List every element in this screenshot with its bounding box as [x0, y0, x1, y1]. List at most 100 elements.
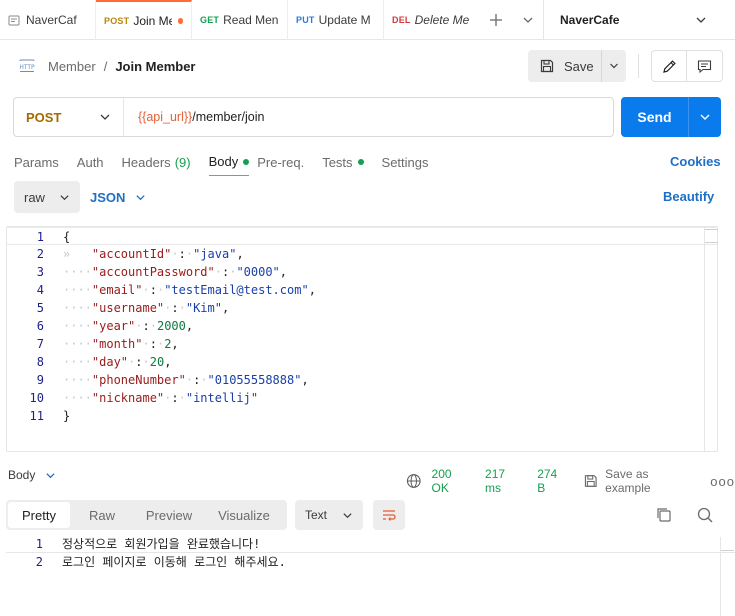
- breadcrumb-parent[interactable]: Member: [48, 59, 96, 74]
- tab-update-member[interactable]: PUT Update M: [288, 0, 384, 40]
- beautify-link[interactable]: Beautify: [663, 189, 714, 204]
- pencil-icon: [662, 59, 676, 73]
- tab-delete-member[interactable]: DEL Delete Me: [384, 0, 480, 40]
- tab-label: Read Men: [223, 13, 279, 27]
- chevron-down-icon: [60, 194, 69, 200]
- wrap-lines-button[interactable]: [373, 500, 405, 530]
- tab-tests-label: Tests: [322, 154, 353, 170]
- code-text: {: [63, 230, 71, 244]
- tab-raw[interactable]: Raw: [70, 502, 134, 528]
- tab-body[interactable]: Body: [208, 148, 250, 176]
- send-button[interactable]: Send: [621, 97, 689, 137]
- code-text: ····"phoneNumber"·:·"01055558888",: [63, 373, 309, 387]
- code-text: ····"month"·:·2,: [63, 337, 179, 351]
- tab-headers-label: Headers: [121, 154, 171, 170]
- response-body[interactable]: 1 정상적으로 회원가입을 완료했습니다! 2 로그인 페이지로 이동해 로그인 해…: [6, 535, 735, 616]
- edit-button[interactable]: [652, 51, 687, 81]
- new-tab-button[interactable]: [480, 0, 512, 40]
- plus-icon: [490, 14, 502, 26]
- body-language-selector[interactable]: JSON: [90, 181, 146, 213]
- status-badge[interactable]: 200 OK: [432, 467, 471, 495]
- format-label: Text: [305, 508, 328, 522]
- chevron-down-icon: [100, 114, 110, 120]
- search-icon[interactable]: [695, 505, 715, 525]
- http-icon: HTTP: [19, 59, 35, 72]
- tab-auth[interactable]: Auth: [77, 148, 104, 176]
- save-button[interactable]: Save: [528, 50, 602, 82]
- code-line: 6 ····"year"·:·2000,: [7, 317, 717, 335]
- url-input[interactable]: {{api_url}}/member/join: [124, 110, 264, 124]
- tab-body-label: Body: [208, 154, 239, 169]
- svg-text:HTTP: HTTP: [19, 64, 35, 71]
- response-header: Body 200 OK 217 ms 274 B Save as example…: [0, 460, 735, 495]
- code-line: 3 ····"accountPassword"·:·"0000",: [7, 263, 717, 281]
- code-line: 4 ····"email"·:·"testEmail@test.com",: [7, 281, 717, 299]
- tab-prereq[interactable]: Pre-req.: [257, 148, 304, 176]
- line-number: 2: [35, 555, 43, 569]
- editor-scrollbar[interactable]: [704, 227, 718, 451]
- line-number: 2: [36, 247, 44, 261]
- body-language-label: JSON: [90, 189, 126, 205]
- chevron-down-icon: [343, 512, 352, 518]
- tab-join-member[interactable]: POST Join Me: [96, 0, 192, 40]
- response-format-selector[interactable]: Text: [295, 500, 363, 530]
- tab-read-member[interactable]: GET Read Men: [192, 0, 288, 40]
- tab-params[interactable]: Params: [14, 148, 59, 176]
- line-number: 6: [36, 319, 44, 333]
- tab-visualize[interactable]: Visualize: [204, 502, 284, 528]
- save-options-button[interactable]: [602, 50, 626, 82]
- tab-headers[interactable]: Headers (9): [122, 148, 191, 176]
- more-options-icon[interactable]: ooo: [710, 474, 735, 489]
- tab-auth-label: Auth: [76, 154, 104, 170]
- chevron-down-icon: [696, 17, 706, 23]
- response-label: Body: [8, 468, 36, 482]
- save-as-example-button[interactable]: Save as example: [584, 467, 695, 495]
- line-number: 1: [36, 230, 44, 244]
- page-title[interactable]: Join Member: [115, 59, 195, 74]
- save-group: Save: [528, 50, 626, 82]
- tab-list-button[interactable]: [512, 0, 543, 40]
- code-line: 10 ····"nickname"·:·"intellij": [7, 389, 717, 407]
- line-number: 11: [29, 409, 44, 423]
- response-time[interactable]: 217 ms: [485, 467, 523, 495]
- response-meta: 200 OK 217 ms 274 B Save as example ooo: [406, 467, 735, 495]
- environment-selector[interactable]: NaverCafe: [543, 0, 721, 40]
- breadcrumb: HTTP Member / Join Member Save: [0, 40, 735, 92]
- tab-preview[interactable]: Preview: [134, 502, 204, 528]
- scrollbar-thumb[interactable]: [721, 537, 734, 551]
- response-text: 정상적으로 회원가입을 완료했습니다!: [62, 537, 261, 551]
- body-mode-label: raw: [24, 189, 45, 205]
- line-number: 5: [36, 301, 44, 315]
- line-number: 4: [36, 283, 44, 297]
- tab-collection-navercafe[interactable]: NaverCaf: [0, 0, 96, 40]
- tab-tests[interactable]: Tests: [322, 148, 364, 176]
- save-icon: [584, 475, 597, 487]
- method-selector[interactable]: POST: [14, 98, 124, 136]
- comments-button[interactable]: [687, 51, 722, 81]
- tab-label: NaverCaf: [26, 13, 77, 27]
- code-text: }: [63, 409, 71, 423]
- tab-pretty[interactable]: Pretty: [8, 502, 70, 528]
- cookies-link[interactable]: Cookies: [670, 154, 721, 169]
- tab-method: DEL: [392, 15, 411, 25]
- view-mode-group: [651, 50, 723, 82]
- tab-settings[interactable]: Settings: [382, 148, 429, 176]
- tab-label: Update M: [318, 13, 371, 27]
- response-scrollbar[interactable]: [720, 537, 734, 616]
- request-tab-bar: NaverCaf POST Join Me GET Read Men PUT U…: [0, 0, 735, 40]
- scrollbar-thumb[interactable]: [705, 229, 718, 243]
- comment-icon: [697, 59, 712, 73]
- request-body-editor[interactable]: 1{ 2» "accountId"·:·"java", 3 ····"accoun…: [6, 226, 718, 452]
- tab-method: GET: [200, 15, 220, 25]
- copy-icon[interactable]: [654, 505, 674, 525]
- save-as-example-label: Save as example: [605, 467, 651, 495]
- code-text: ····"username"·:·"Kim",: [63, 301, 230, 315]
- response-size[interactable]: 274 B: [537, 467, 567, 495]
- globe-icon[interactable]: [406, 473, 422, 489]
- send-options-button[interactable]: [689, 97, 721, 137]
- response-section-selector[interactable]: Body: [8, 468, 56, 482]
- body-mode-selector[interactable]: raw: [14, 181, 80, 213]
- toolbar-divider: [638, 54, 639, 78]
- tab-label: Delete Me: [414, 13, 470, 27]
- tab-method: POST: [104, 16, 130, 26]
